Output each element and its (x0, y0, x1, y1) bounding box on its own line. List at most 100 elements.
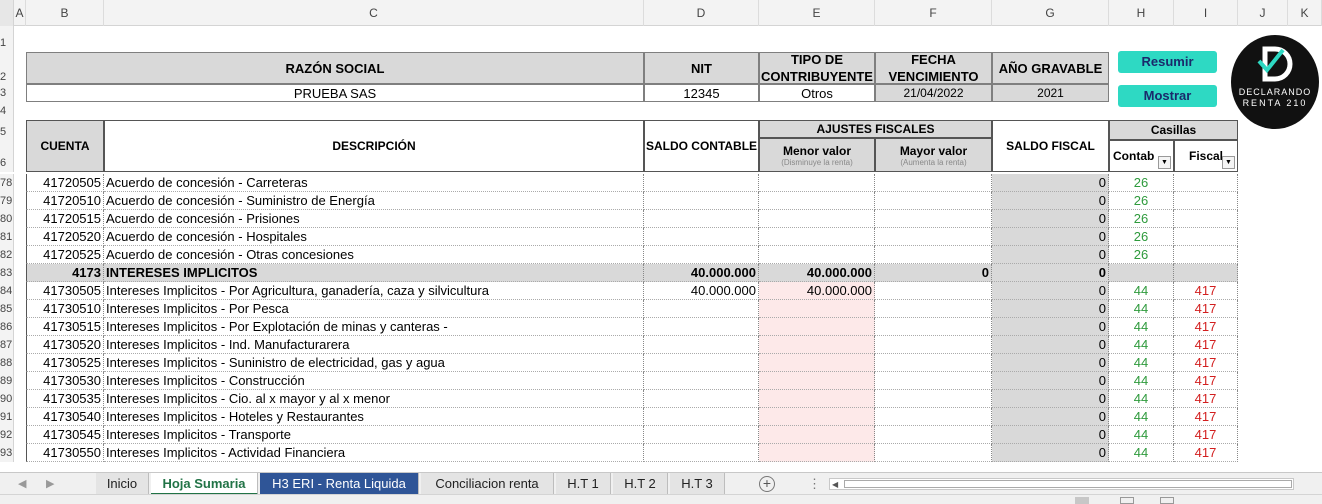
cell-cuenta[interactable]: 41720515 (26, 210, 104, 228)
column-header[interactable]: F (875, 0, 992, 26)
cell-h[interactable]: 44 (1109, 300, 1174, 318)
row-header[interactable]: 1 (0, 26, 14, 52)
tab-ht-2[interactable]: H.T 2 (613, 473, 668, 495)
row-header[interactable]: 82 (0, 246, 14, 264)
tab-h3-eri-renta-liquida[interactable]: H3 ERI - Renta Liquida (260, 473, 419, 495)
cell-me[interactable]: 40.000.000 (759, 282, 875, 300)
cell-h[interactable]: 44 (1109, 282, 1174, 300)
cell-ma[interactable] (875, 354, 992, 372)
cell-me[interactable] (759, 246, 875, 264)
row-header[interactable]: 87 (0, 336, 14, 354)
cell-cuenta[interactable]: 41720505 (26, 174, 104, 192)
razon-social-value[interactable]: PRUEBA SAS (26, 84, 644, 102)
row-header[interactable]: 83 (0, 264, 14, 282)
cell-cuenta[interactable]: 41720525 (26, 246, 104, 264)
row-header[interactable]: 3 (0, 84, 14, 102)
cell-cuenta[interactable]: 41730510 (26, 300, 104, 318)
page-layout-icon[interactable] (1120, 497, 1134, 504)
cell-me[interactable] (759, 444, 875, 462)
mostrar-button[interactable]: Mostrar (1118, 85, 1217, 107)
cell-sf[interactable]: 0 (992, 444, 1109, 462)
cell-cuenta[interactable]: 41730535 (26, 390, 104, 408)
cell-sf[interactable]: 0 (992, 318, 1109, 336)
cell-sc[interactable] (644, 192, 759, 210)
row-header[interactable]: 88 (0, 354, 14, 372)
cell-sf[interactable]: 0 (992, 210, 1109, 228)
row-header[interactable]: 81 (0, 228, 14, 246)
cell-sc[interactable] (644, 426, 759, 444)
cell-me[interactable] (759, 174, 875, 192)
cell-desc[interactable]: Acuerdo de concesión - Prisiones (104, 210, 644, 228)
cell-ma[interactable] (875, 246, 992, 264)
cell-me[interactable] (759, 390, 875, 408)
cell-ma[interactable] (875, 444, 992, 462)
scroll-left-icon[interactable]: ◀ (18, 473, 26, 495)
tab-conciliacion-renta[interactable]: Conciliacion renta (421, 473, 554, 495)
cell-cuenta[interactable]: 41730530 (26, 372, 104, 390)
cell-i[interactable] (1174, 264, 1238, 282)
cell-desc[interactable]: Acuerdo de concesión - Suministro de Ene… (104, 192, 644, 210)
cell-i[interactable] (1174, 228, 1238, 246)
cell-i[interactable]: 417 (1174, 318, 1238, 336)
cell-sf[interactable]: 0 (992, 174, 1109, 192)
cell-me[interactable] (759, 300, 875, 318)
cell-sc[interactable] (644, 336, 759, 354)
cell-i[interactable]: 417 (1174, 426, 1238, 444)
cell-i[interactable]: 417 (1174, 444, 1238, 462)
cell-i[interactable]: 417 (1174, 282, 1238, 300)
cell-cuenta[interactable]: 41730550 (26, 444, 104, 462)
row-header[interactable]: 93 (0, 444, 14, 462)
cell-ma[interactable] (875, 426, 992, 444)
cell-cuenta[interactable]: 41730525 (26, 354, 104, 372)
cell-desc[interactable]: Intereses Implicitos - Suninistro de ele… (104, 354, 644, 372)
column-header[interactable]: B (26, 0, 104, 26)
cell-desc[interactable]: Intereses Implicitos - Transporte (104, 426, 644, 444)
column-header[interactable]: K (1288, 0, 1322, 26)
cell-i[interactable] (1174, 246, 1238, 264)
column-header[interactable]: C (104, 0, 644, 26)
cell-sc[interactable] (644, 354, 759, 372)
cell-sf[interactable]: 0 (992, 372, 1109, 390)
cell-sf[interactable]: 0 (992, 300, 1109, 318)
tab-inicio[interactable]: Inicio (96, 473, 149, 495)
cell-h[interactable]: 44 (1109, 408, 1174, 426)
cell-sf[interactable]: 0 (992, 246, 1109, 264)
cell-sc[interactable] (644, 318, 759, 336)
cell-ma[interactable] (875, 390, 992, 408)
cell-cuenta[interactable]: 41720510 (26, 192, 104, 210)
column-header[interactable]: A (14, 0, 26, 26)
cell-sf[interactable]: 0 (992, 192, 1109, 210)
cell-ma[interactable] (875, 210, 992, 228)
cell-ma[interactable]: 0 (875, 264, 992, 282)
cell-sc[interactable] (644, 246, 759, 264)
cell-cuenta[interactable]: 41730505 (26, 282, 104, 300)
cell-h[interactable]: 44 (1109, 444, 1174, 462)
nit-value[interactable]: 12345 (644, 84, 759, 102)
tipo-contribuyente-value[interactable]: Otros (759, 84, 875, 102)
cell-sc[interactable] (644, 408, 759, 426)
cell-i[interactable]: 417 (1174, 336, 1238, 354)
cell-me[interactable] (759, 354, 875, 372)
row-header[interactable]: 79 (0, 192, 14, 210)
row-header[interactable]: 90 (0, 390, 14, 408)
cell-sf[interactable]: 0 (992, 354, 1109, 372)
cell-i[interactable]: 417 (1174, 354, 1238, 372)
resumir-button[interactable]: Resumir (1118, 51, 1217, 73)
row-header[interactable]: 6 (0, 138, 14, 172)
cell-me[interactable] (759, 210, 875, 228)
cell-sc[interactable] (644, 300, 759, 318)
cell-i[interactable] (1174, 192, 1238, 210)
column-header[interactable]: E (759, 0, 875, 26)
cell-ma[interactable] (875, 282, 992, 300)
cell-sc[interactable] (644, 228, 759, 246)
cell-cuenta[interactable]: 41730545 (26, 426, 104, 444)
cell-desc[interactable]: Acuerdo de concesión - Carreteras (104, 174, 644, 192)
cell-h[interactable]: 26 (1109, 192, 1174, 210)
cell-desc[interactable]: Intereses Implicitos - Cio. al x mayor y… (104, 390, 644, 408)
cell-sf[interactable]: 0 (992, 426, 1109, 444)
row-header[interactable]: 5 (0, 120, 14, 138)
cell-ma[interactable] (875, 174, 992, 192)
cell-i[interactable] (1174, 210, 1238, 228)
cell-ma[interactable] (875, 408, 992, 426)
cell-cuenta[interactable]: 41730540 (26, 408, 104, 426)
